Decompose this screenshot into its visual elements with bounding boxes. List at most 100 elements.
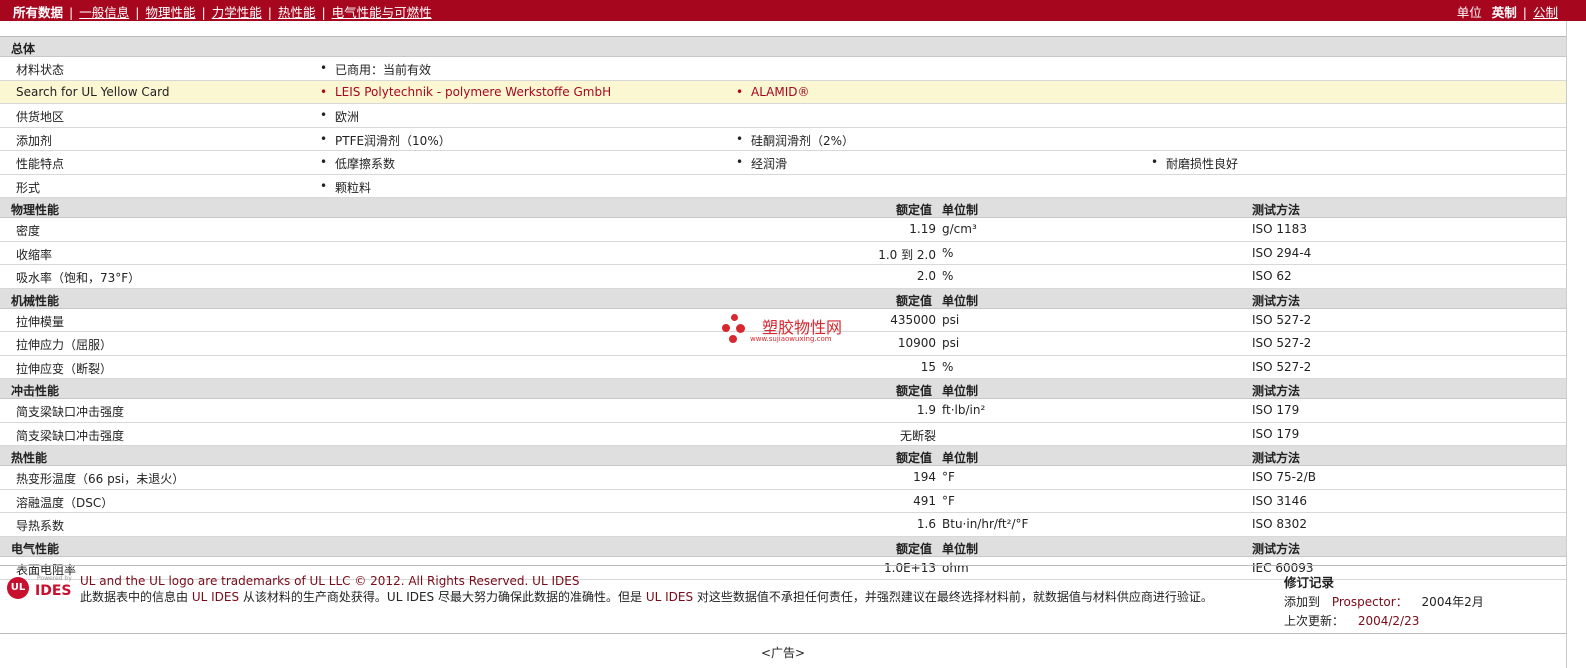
ides-wordmark: IDES: [35, 583, 72, 599]
powered-by-label: Powered by: [37, 575, 72, 582]
ul-ides-link[interactable]: UL IDES: [646, 590, 693, 604]
row-value: 435000: [890, 312, 936, 327]
row-method: ISO 527-2: [1252, 312, 1312, 327]
row-unit: ft·lb/in²: [942, 403, 986, 417]
row-unit: psi: [942, 312, 960, 327]
row-unit: %: [942, 245, 954, 260]
section-header-thermal: 热性能 额定值 单位制 测试方法: [0, 446, 1566, 466]
row-label: 拉伸应力（屈服）: [16, 338, 113, 352]
row-label: 导热系数: [16, 519, 65, 533]
ul-link-brand[interactable]: ALAMID®: [736, 85, 809, 99]
ul-link-manufacturer[interactable]: LEIS Polytechnik - polymere Werkstoffe G…: [320, 85, 611, 99]
row-value: 1.6: [916, 517, 936, 531]
row-value: 耐磨损性良好: [1151, 155, 1238, 172]
section-title: 总体: [11, 42, 36, 56]
section-title: 电气性能: [11, 541, 60, 556]
row-value: PTFE润滑剂（10%）: [320, 132, 451, 149]
row-value: 194: [913, 470, 936, 484]
section-title: 机械性能: [11, 293, 60, 308]
top-nav-bar: 所有数据 | 一般信息 | 物理性能 | 力学性能 | 热性能 | 电气性能与可燃性 单位 英制 | 公…: [0, 0, 1586, 21]
disclaimer-part: 此数据表中的信息由: [80, 590, 192, 604]
row-label: 形式: [16, 180, 41, 195]
watermark-logo: 塑胶物性网 www.sujiaowuxing.com: [718, 314, 858, 348]
unit-metric[interactable]: 公制: [1533, 2, 1558, 21]
row-method: ISO 1183: [1252, 222, 1307, 236]
row-label: 密度: [16, 224, 41, 238]
row-label: 添加剂: [16, 133, 53, 148]
row-label: 收缩率: [16, 247, 53, 262]
watermark-dot: [736, 324, 745, 333]
row-form: 形式 颗粒料: [0, 175, 1566, 198]
table-row: 吸水率（饱和，73°F） 2.0 % ISO 62: [0, 265, 1566, 289]
ul-ides-logo[interactable]: Powered by UL IDES: [7, 575, 72, 603]
nav-mechanical[interactable]: 力学性能: [212, 2, 262, 21]
col-header-unit: 单位制: [942, 384, 979, 398]
disclaimer-text: 此数据表中的信息由 UL IDES 从该材料的生产商处获得。UL IDES 尽最…: [80, 590, 1270, 605]
ul-ides-link[interactable]: UL IDES: [192, 590, 239, 604]
row-label: 性能特点: [16, 157, 65, 171]
row-value: 1.19: [909, 222, 936, 236]
row-method: ISO 179: [1252, 426, 1300, 441]
row-value: 10900: [897, 336, 936, 350]
section-header-physical: 物理性能 额定值 单位制 测试方法: [0, 198, 1566, 218]
row-unit: g/cm³: [942, 222, 977, 236]
row-value: 1.0 到 2.0: [878, 247, 936, 262]
row-value: 欧洲: [320, 108, 359, 125]
row-ul-yellow-card: Search for UL Yellow Card LEIS Polytechn…: [0, 80, 1566, 104]
section-nav: 所有数据 | 一般信息 | 物理性能 | 力学性能 | 热性能 | 电气性能与可燃性: [13, 2, 432, 21]
row-value: 硅酮润滑剂（2%）: [736, 132, 854, 149]
row-value: 经润滑: [736, 155, 787, 172]
section-header-mechanical: 机械性能 额定值 单位制 测试方法: [0, 288, 1566, 309]
col-header-method: 测试方法: [1252, 384, 1301, 398]
nav-physical[interactable]: 物理性能: [145, 2, 195, 21]
col-header-method: 测试方法: [1252, 451, 1301, 465]
table-row: 溶融温度（DSC） 491 °F ISO 3146: [0, 490, 1566, 513]
section-title: 物理性能: [11, 203, 60, 217]
ad-placeholder: <广告>: [760, 646, 806, 660]
section-title: 冲击性能: [11, 384, 60, 398]
row-material-status: 材料状态 已商用：当前有效: [0, 57, 1566, 81]
row-label: Search for UL Yellow Card: [16, 84, 170, 99]
row-unit: °F: [942, 493, 955, 508]
row-region: 供货地区 欧洲: [0, 104, 1566, 128]
watermark-dot: [722, 324, 730, 332]
row-method: ISO 179: [1252, 403, 1300, 417]
unit-imperial[interactable]: 英制: [1492, 2, 1517, 21]
nav-thermal[interactable]: 热性能: [278, 2, 316, 21]
watermark-dot: [729, 335, 737, 343]
nav-general-info[interactable]: 一般信息: [79, 2, 129, 21]
revision-updated: 上次更新： 2004/2/23: [1284, 612, 1484, 629]
revision-title: 修订记录: [1284, 575, 1335, 590]
row-value: 低摩擦系数: [320, 155, 395, 172]
nav-all-data[interactable]: 所有数据: [13, 2, 63, 21]
row-label: 材料状态: [16, 63, 65, 77]
col-header-unit: 单位制: [942, 293, 979, 308]
units-label: 单位: [1456, 5, 1482, 20]
row-label: 溶融温度（DSC）: [16, 495, 114, 510]
section-header-electrical: 电气性能 额定值 单位制 测试方法: [0, 536, 1566, 557]
row-label: 拉伸模量: [16, 314, 65, 329]
col-header-method: 测试方法: [1252, 541, 1301, 556]
section-title: 热性能: [11, 451, 48, 465]
revision-added: 添加到 Prospector： 2004年2月: [1284, 593, 1484, 610]
row-method: ISO 294-4: [1252, 245, 1312, 260]
row-label: 吸水率（饱和，73°F）: [16, 271, 141, 285]
row-features: 性能特点 低摩擦系数 经润滑 耐磨损性良好: [0, 151, 1566, 175]
disclaimer-part: 从该材料的生产商处获得。UL IDES 尽最大努力确保此数据的准确性。但是: [239, 590, 646, 604]
col-header-method: 测试方法: [1252, 203, 1301, 217]
col-header-value: 额定值: [896, 203, 933, 217]
row-unit: °F: [942, 470, 955, 484]
row-value: 已商用：当前有效: [320, 61, 431, 78]
row-value: 颗粒料: [320, 179, 371, 196]
table-row: 密度 1.19 g/cm³ ISO 1183: [0, 218, 1566, 242]
added-source[interactable]: Prospector：: [1332, 595, 1408, 609]
col-header-unit: 单位制: [942, 203, 979, 217]
row-unit: psi: [942, 336, 960, 350]
nav-electrical-flammability[interactable]: 电气性能与可燃性: [332, 2, 432, 21]
updated-date: 2004/2/23: [1357, 614, 1420, 628]
section-header-general: 总体: [0, 37, 1566, 57]
row-value: 2.0: [916, 269, 936, 283]
ul-logo-icon: UL: [7, 577, 29, 599]
row-unit: %: [942, 269, 954, 283]
table-row: 简支梁缺口冲击强度 1.9 ft·lb/in² ISO 179: [0, 399, 1566, 423]
